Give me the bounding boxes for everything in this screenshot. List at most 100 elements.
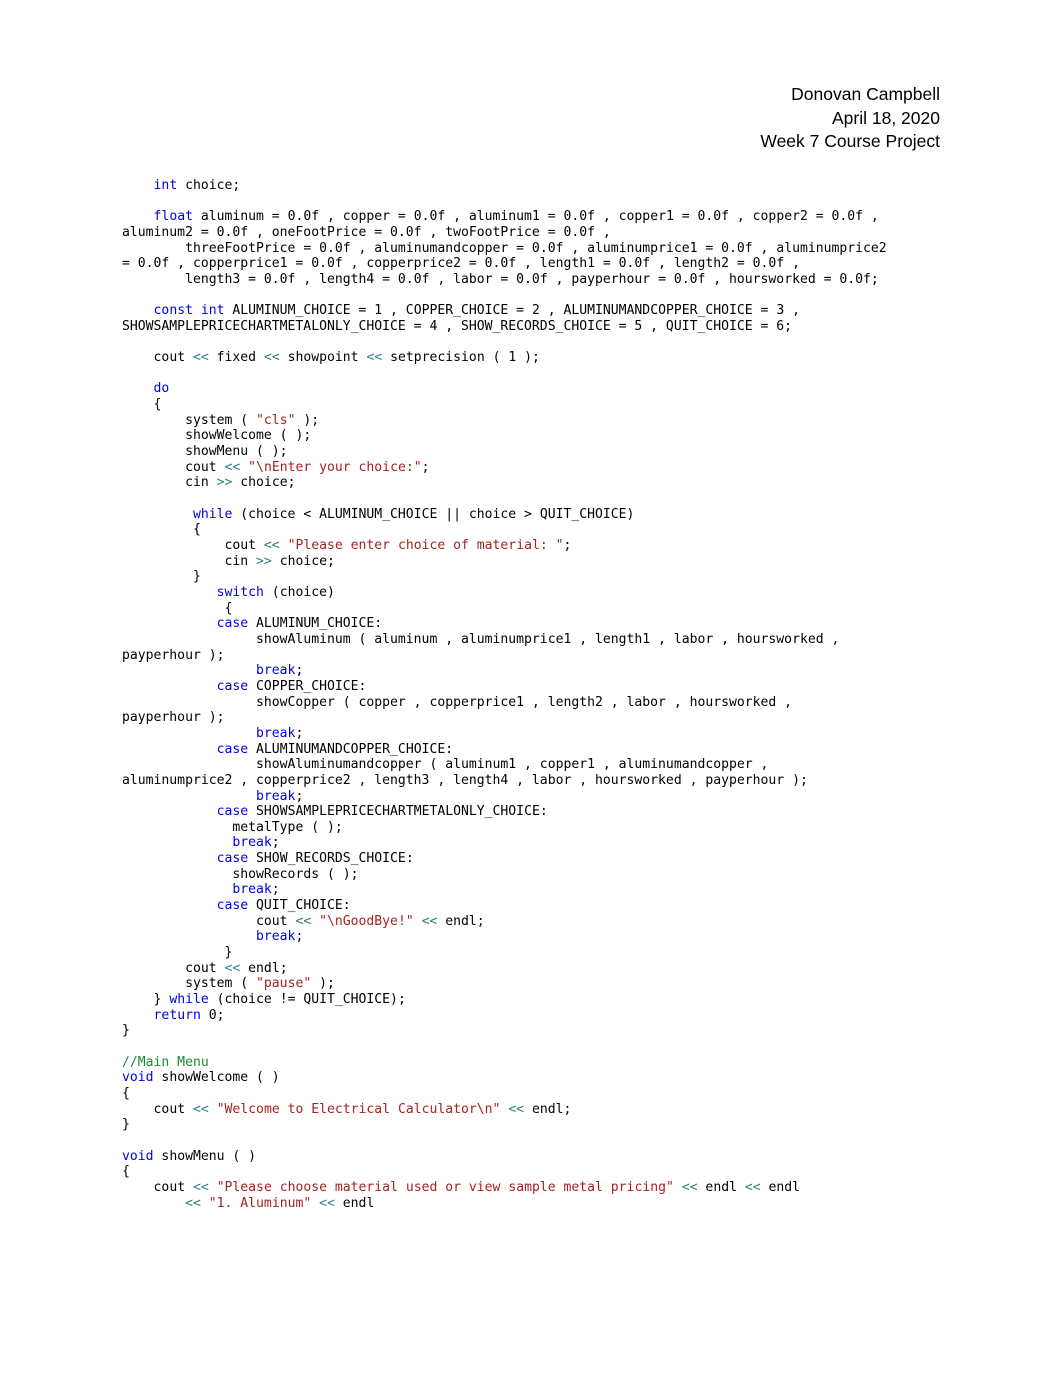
- code-token-pln: SHOW_RECORDS_CHOICE:: [248, 851, 414, 867]
- code-token-kw: case: [216, 851, 249, 867]
- code-token-pln: cout: [224, 538, 264, 554]
- code-token-pln: ;: [563, 538, 572, 554]
- code-line: }: [122, 945, 982, 961]
- code-token-str: "\nGoodBye!": [319, 913, 414, 929]
- code-token-pln: ;: [295, 788, 304, 804]
- code-line: SHOWSAMPLEPRICECHARTMETALONLY_CHOICE = 4…: [122, 319, 982, 335]
- code-line: case COPPER_CHOICE:: [122, 679, 982, 695]
- code-token-kw: case: [216, 741, 249, 757]
- code-line: payperhour );: [122, 648, 982, 664]
- code-token-pln: fixed: [208, 350, 264, 366]
- code-token-pln: }: [122, 1023, 130, 1039]
- code-token-pln: showMenu ( );: [185, 444, 288, 460]
- code-token-pln: system (: [185, 412, 257, 428]
- code-line: cin >> choice;: [122, 554, 982, 570]
- code-token-pln: ALUMINUM_CHOICE:: [248, 616, 383, 632]
- code-line: {: [122, 1086, 982, 1102]
- code-token-kw: while: [192, 506, 233, 522]
- code-token-op: <<: [263, 350, 280, 366]
- code-line: }: [122, 569, 982, 585]
- code-token-pln: }: [153, 992, 170, 1008]
- code-line: cout << fixed << showpoint << setprecisi…: [122, 350, 982, 366]
- code-token-pln: ;: [295, 725, 304, 741]
- code-token-pln: length3 = 0.0f , length4 = 0.0f , labor …: [185, 271, 879, 287]
- code-token-pln: payperhour );: [122, 647, 225, 663]
- code-line: cout << "Please choose material used or …: [122, 1180, 982, 1196]
- code-token-pln: showCopper ( copper , copperprice1 , len…: [256, 694, 793, 710]
- code-token-kw: break: [232, 882, 272, 898]
- code-token-str: "\nEnter your choice:": [248, 459, 422, 475]
- code-line: showAluminum ( aluminum , aluminumprice1…: [122, 632, 982, 648]
- code-token-kw: break: [256, 663, 296, 679]
- code-token-pln: showAluminum ( aluminum , aluminumprice1…: [256, 631, 840, 647]
- code-token-pln: cout: [256, 913, 296, 929]
- code-token-pln: {: [122, 1164, 130, 1180]
- code-line: cout << "Welcome to Electrical Calculato…: [122, 1102, 982, 1118]
- code-line: void showWelcome ( ): [122, 1070, 982, 1086]
- code-token-pln: showAluminumandcopper ( aluminum1 , copp…: [256, 757, 769, 773]
- code-token-str: "Please enter choice of material: ": [287, 538, 564, 554]
- code-token-pln: [414, 914, 422, 929]
- code-line: metalType ( );: [122, 820, 982, 836]
- code-line: {: [122, 601, 982, 617]
- code-token-pln: aluminum = 0.0f , copper = 0.0f , alumin…: [192, 209, 879, 225]
- code-token-pln: choice;: [232, 475, 296, 491]
- code-token-pln: ;: [271, 882, 280, 898]
- code-line: }: [122, 1023, 982, 1039]
- code-line: {: [122, 1164, 982, 1180]
- code-line: showWelcome ( );: [122, 428, 982, 444]
- code-token-pln: SHOWSAMPLEPRICECHARTMETALONLY_CHOICE = 4…: [122, 318, 793, 334]
- code-line: break;: [122, 663, 982, 679]
- code-token-op: <<: [224, 459, 241, 475]
- code-token-op: <<: [421, 913, 438, 929]
- code-line: << "1. Aluminum" << endl: [122, 1196, 982, 1212]
- code-token-op: >>: [256, 553, 272, 569]
- code-token-op: <<: [508, 1101, 525, 1117]
- code-token-pln: {: [192, 522, 201, 538]
- code-token-pln: endl;: [240, 960, 288, 976]
- code-token-pln: [209, 1102, 217, 1117]
- code-line: cout << "\nEnter your choice:";: [122, 460, 982, 476]
- code-token-str: "Please choose material used or view sam…: [216, 1179, 674, 1195]
- code-token-kw: break: [256, 788, 296, 804]
- code-line: }: [122, 1117, 982, 1133]
- code-token-pln: );: [311, 976, 335, 992]
- code-token-pln: [201, 1196, 209, 1211]
- code-token-pln: endl: [334, 1195, 375, 1211]
- code-token-pln: system (: [185, 976, 257, 992]
- code-token-pln: showMenu ( ): [153, 1148, 257, 1164]
- code-line: aluminumprice2 , copperprice2 , length3 …: [122, 773, 982, 789]
- code-token-pln: SHOWSAMPLEPRICECHARTMETALONLY_CHOICE:: [248, 804, 548, 820]
- code-token-str: "pause": [256, 976, 312, 992]
- code-token-pln: endl;: [437, 913, 485, 929]
- code-token-pln: cout: [153, 350, 193, 366]
- code-token-kw: break: [256, 929, 296, 945]
- code-token-pln: ;: [295, 929, 304, 945]
- code-token-op: <<: [192, 1179, 209, 1195]
- code-line: return 0;: [122, 1008, 982, 1024]
- code-line: while (choice < ALUMINUM_CHOICE || choic…: [122, 507, 982, 523]
- code-line: system ( "pause" );: [122, 976, 982, 992]
- code-token-op: <<: [185, 1195, 201, 1211]
- document-page: Donovan Campbell April 18, 2020 Week 7 C…: [0, 0, 1062, 1377]
